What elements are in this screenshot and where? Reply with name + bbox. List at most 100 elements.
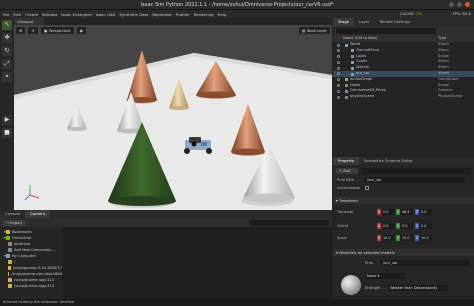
snap-tool-icon[interactable]: ⌖ (2, 72, 12, 82)
menu-isaac-examples[interactable]: Isaac Examples (61, 12, 91, 17)
add-button[interactable]: + Add (336, 168, 358, 174)
orient-z-field[interactable]: 0.0 (420, 223, 432, 229)
orient-label: Orient (337, 224, 349, 228)
visibility-eye-icon[interactable] (337, 43, 340, 47)
cache-label: CACHE: (400, 11, 415, 16)
folder-icon (8, 248, 12, 252)
visibility-eye-icon[interactable] (337, 55, 340, 59)
prim-path-field[interactable]: /our_car (365, 177, 465, 183)
content-grid[interactable] (63, 227, 332, 299)
orient-y-field[interactable]: 0.0 (401, 223, 413, 229)
menu-create[interactable]: Create (25, 12, 38, 17)
orient-x-field[interactable]: 0.0 (382, 223, 394, 229)
content-search-input[interactable] (249, 219, 329, 226)
add-label: Add (343, 169, 351, 173)
stage-search-input[interactable] (336, 27, 436, 34)
import-button[interactable]: ↪ Import (3, 219, 26, 226)
tab-semantics-schema-editor[interactable]: Semantics Schema Editor (359, 157, 418, 165)
move-tool-icon[interactable]: ✥ (2, 33, 12, 43)
transform-section-header[interactable]: ▾ Transform (333, 197, 474, 204)
material-section-header[interactable]: ▾ Materials on selected models (333, 249, 474, 256)
scale-z-field[interactable]: 10.0 (420, 235, 432, 241)
folder-icon (8, 260, 12, 264)
menu-rendering[interactable]: Rendering (194, 12, 214, 17)
menu-synthetic-data[interactable]: Synthetic Data (119, 12, 148, 17)
stage-row-name: physicsScene (350, 94, 375, 99)
menu-replicator[interactable]: Replicator (152, 12, 172, 17)
visibility-eye-icon[interactable] (337, 95, 340, 99)
visibility-eye-icon[interactable] (337, 89, 340, 93)
visibility-eye-icon[interactable] (337, 72, 340, 76)
tree-item[interactable]: /snap/gnome-logs/115 (0, 283, 62, 289)
tab-stage[interactable]: Stage (333, 18, 354, 26)
prim-icon (351, 66, 354, 70)
scale-tool-icon[interactable]: ⤢ (2, 59, 12, 69)
x-axis-badge: X (377, 223, 381, 229)
tab-property[interactable]: Property (333, 157, 360, 165)
play-icon[interactable]: ▶ (2, 115, 12, 125)
folder-icon (5, 236, 10, 240)
fps-readout: FPS: 64.8 (452, 11, 471, 16)
tool-column: ↖ ✥ ↻ ⤢ ⌖ ▶ ■ (0, 18, 14, 210)
status-bar: finished building the extension timeline (0, 299, 474, 306)
visibility-eye-icon[interactable] (337, 60, 340, 64)
menu-profiler[interactable]: Profiler (176, 12, 190, 17)
stage-col-type[interactable]: Type (438, 35, 446, 42)
close-icon[interactable] (465, 2, 470, 7)
sun-icon[interactable]: ☀ (28, 27, 38, 34)
tab-layer[interactable]: Layer (354, 18, 375, 26)
tab-render-settings[interactable]: Render Settings (375, 18, 415, 26)
window-title: Isaac Sim Python 2022.1.1 - /home/suhui/… (140, 1, 334, 8)
scale-y-field[interactable]: 10.0 (401, 235, 413, 241)
root-layer-indicator[interactable]: ▤ Root Layer (298, 27, 330, 34)
stop-icon[interactable]: ■ (2, 128, 12, 138)
prim-icon (351, 49, 354, 53)
select-tool-icon[interactable]: ↖ (2, 20, 12, 30)
translate-label: Translate (337, 210, 354, 214)
material-value: None (367, 274, 377, 278)
visibility-eye-icon[interactable] (337, 66, 340, 70)
folder-icon (5, 230, 10, 234)
instanceable-checkbox[interactable] (365, 186, 369, 190)
translate-y-field[interactable]: 46.4 (401, 209, 413, 215)
viewport[interactable]: ⚙ ☀ ▣ Perspective ◉ ▤ Root Layer (14, 25, 332, 210)
translate-z-field[interactable]: 0.0 (420, 209, 432, 215)
tab-console[interactable]: Console (0, 210, 25, 218)
prim-path-label: Prim Path (337, 178, 355, 182)
folder-icon (8, 242, 12, 246)
settings-icon[interactable]: ⚙ (16, 27, 26, 34)
stage-col-name[interactable]: Name (Old to New) (343, 35, 377, 42)
visibility-eye-icon[interactable] (337, 84, 340, 88)
layer-icon: ▤ (301, 28, 306, 33)
minimize-icon[interactable] (449, 2, 454, 7)
maximize-icon[interactable] (457, 2, 462, 7)
scale-x-field[interactable]: 10.0 (382, 235, 394, 241)
rotate-tool-icon[interactable]: ↻ (2, 46, 12, 56)
material-prim-field[interactable]: /our_car (381, 260, 469, 266)
app-window: Isaac Sim Python 2022.1.1 - /home/suhui/… (0, 0, 474, 306)
property-search-input[interactable] (361, 168, 471, 174)
stage-row[interactable]: physicsScene PhysicsScene (333, 94, 474, 100)
menu-window[interactable]: Window (42, 12, 57, 17)
eye-icon[interactable]: ◉ (76, 27, 86, 34)
tab-content[interactable]: Content (25, 210, 51, 218)
material-select[interactable]: None ▾ (365, 273, 405, 279)
prim-icon (345, 43, 348, 47)
strength-select[interactable]: Weaker than Descendants (388, 285, 448, 291)
material-label: Materials on selected models (339, 250, 395, 255)
visibility-eye-icon[interactable] (337, 49, 340, 53)
menu-file[interactable]: File (3, 12, 10, 17)
folder-icon (8, 272, 10, 276)
menu-isaac-utils[interactable]: Isaac Utils (96, 12, 116, 17)
y-axis-badge: Y (396, 235, 400, 241)
import-label: Import (10, 220, 23, 225)
scale-label: Scale (337, 236, 347, 240)
visibility-eye-icon[interactable] (337, 78, 340, 82)
translate-x-field[interactable]: 0.0 (382, 209, 394, 215)
stage-tree: World Xform GroundPlane Xform Looks Scope Cone… (333, 42, 474, 154)
menu-edit[interactable]: Edit (14, 12, 22, 17)
camera-selector[interactable]: ▣ Perspective (40, 27, 74, 34)
property-panel: + Add Prim Path /our_car Instanceable ▾ … (333, 165, 474, 299)
viewport-tab[interactable]: Viewport (14, 18, 44, 25)
menu-help[interactable]: Help (218, 12, 227, 17)
